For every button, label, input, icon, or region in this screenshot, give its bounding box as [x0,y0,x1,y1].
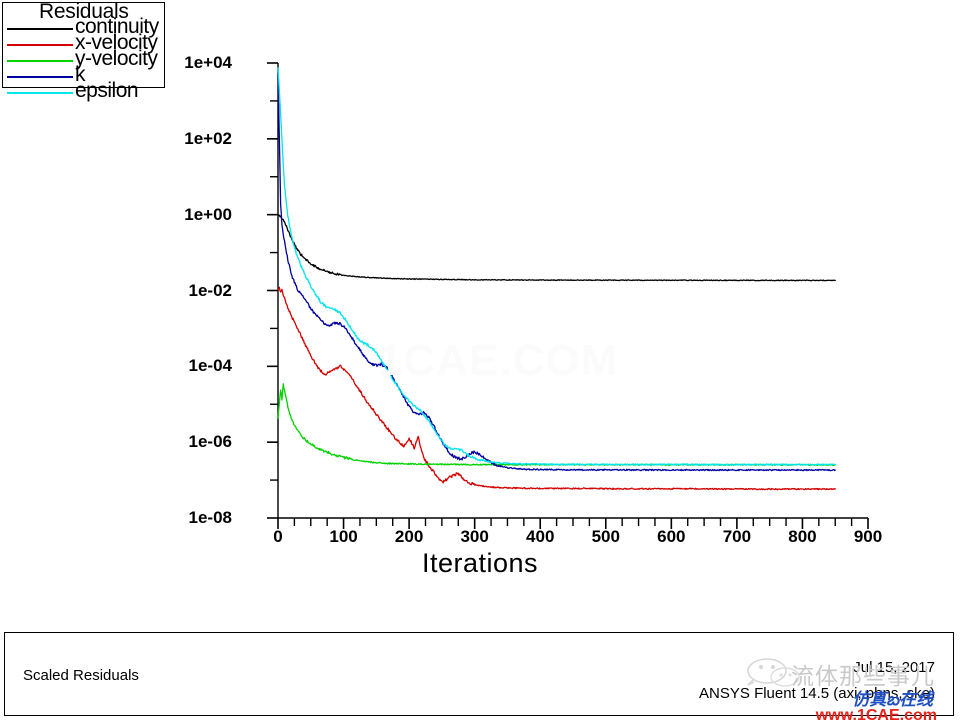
series-line-y-velocity [277,383,836,467]
legend-swatch-epsilon-icon [7,92,73,94]
footer-title: Scaled Residuals [23,667,139,684]
x-tick-label: 600 [657,527,686,546]
series-line-epsilon [277,67,836,466]
x-tick-label: 300 [460,527,489,546]
legend-item-epsilon: epsilon [3,79,164,102]
y-tick-label: 1e+02 [184,128,232,148]
x-tick-label: 900 [853,527,883,546]
y-tick-label: 1e-02 [188,280,232,300]
x-tick-label: 800 [788,527,817,546]
legend-swatch-continuity-icon [7,28,73,30]
x-tick-label: 700 [722,527,752,546]
x-tick-label: 0 [273,527,283,546]
legend-swatch-x-velocity-icon [7,44,73,46]
x-tick-label: 100 [329,527,358,546]
legend-box: Residuals continuity x-velocity y-velocity… [2,0,165,102]
y-tick-label: 1e-04 [188,356,232,376]
legend-swatch-y-velocity-icon [7,60,73,62]
red-url-watermark: www.1CAE.com [815,707,937,724]
series-line-continuity [277,213,836,282]
x-tick-label: 400 [526,527,555,546]
x-tick-label: 200 [394,527,424,546]
x-tick-label: 500 [591,527,620,546]
footer-bar: Scaled Residuals 流体那些事儿 Jul 15, 2017 ANS… [4,632,954,724]
series-line-x-velocity [277,286,836,491]
series-line-k [277,72,836,472]
plot-watermark: 1CAE.COM [378,336,619,385]
x-axis-title: Iterations [421,548,539,578]
y-tick-label: 1e+00 [184,204,232,224]
y-tick-label: 1e-06 [188,432,232,452]
legend-swatch-k-icon [7,76,73,78]
legend-item-label: epsilon [75,79,139,102]
y-tick-label: 1e-08 [188,508,232,527]
